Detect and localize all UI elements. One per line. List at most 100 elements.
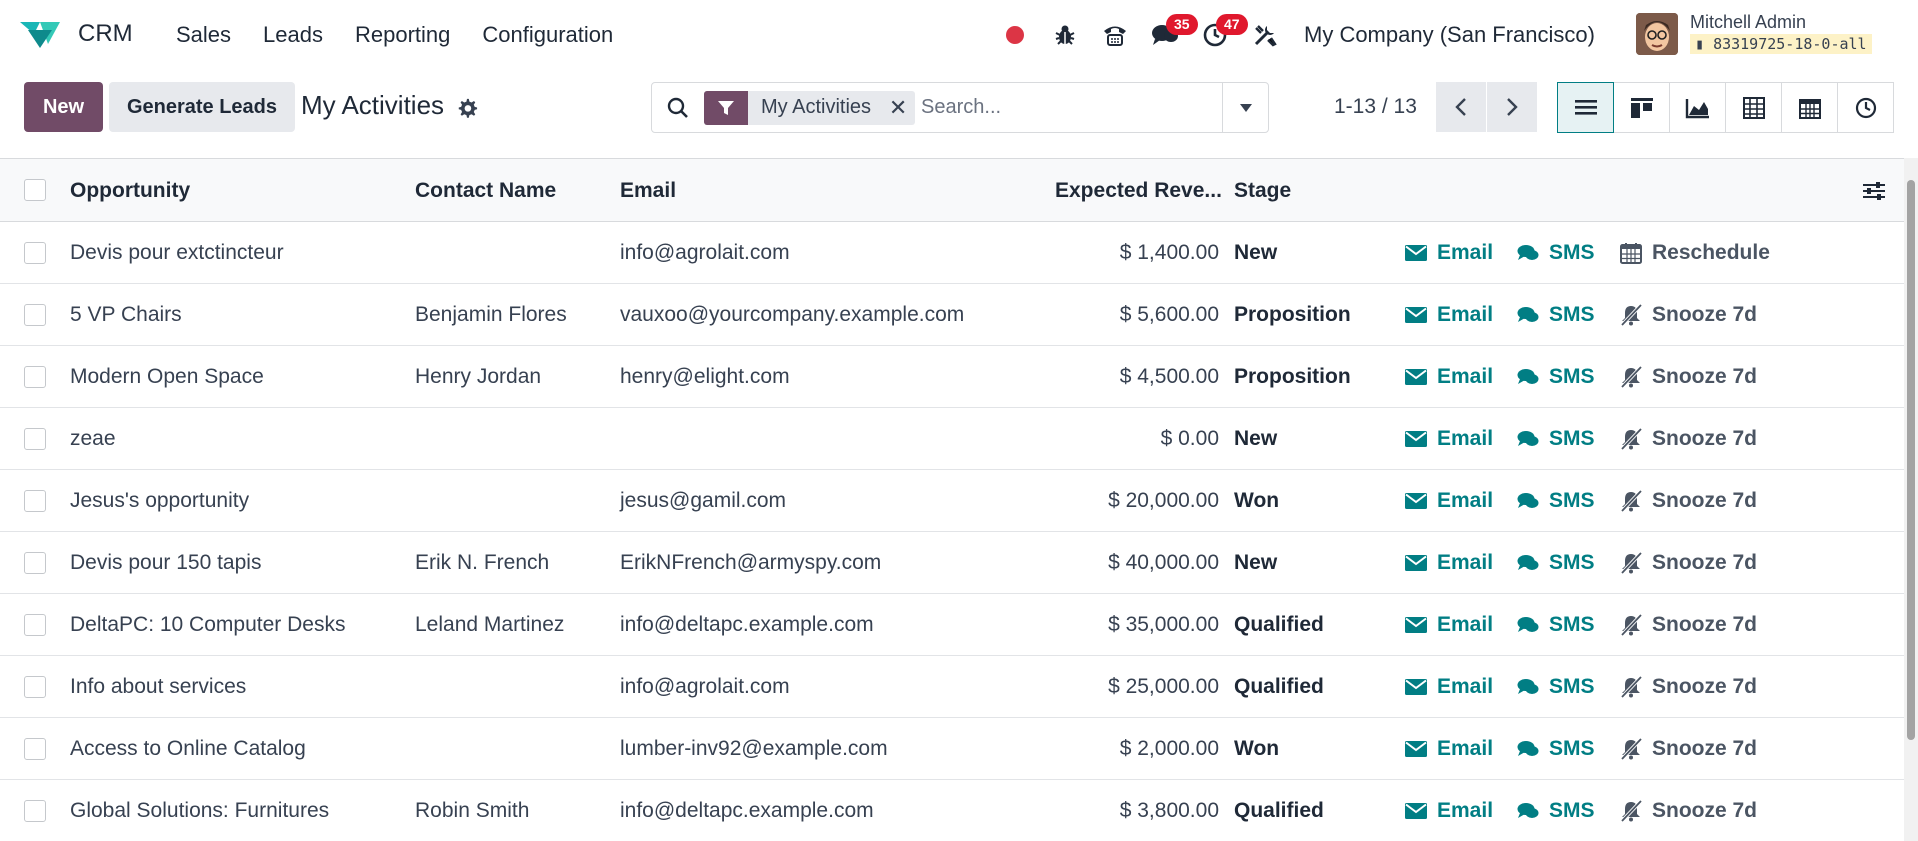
debug-icon[interactable] [1040, 10, 1090, 60]
pager-value[interactable]: 1-13 / 13 [1334, 95, 1417, 119]
table-row[interactable]: Modern Open Space Henry Jordan henry@eli… [0, 346, 1904, 408]
email-action-button[interactable]: Email [1405, 346, 1493, 408]
row-checkbox[interactable] [24, 490, 46, 512]
email-action-button[interactable]: Email [1405, 594, 1493, 656]
email-cell: info@agrolait.com [620, 675, 790, 698]
facet-remove-icon[interactable]: ✕ [881, 91, 915, 125]
table-row[interactable]: Jesus's opportunity jesus@gamil.com $ 20… [0, 470, 1904, 532]
top-navbar: CRM Sales Leads Reporting Configuration [0, 0, 1918, 70]
new-button[interactable]: New [24, 82, 103, 132]
select-all-checkbox[interactable] [24, 179, 46, 201]
table-row[interactable]: Global Solutions: Furnitures Robin Smith… [0, 780, 1904, 841]
email-action-button[interactable]: Email [1405, 408, 1493, 470]
sms-action-button[interactable]: SMS [1517, 222, 1595, 284]
menu-configuration[interactable]: Configuration [466, 18, 629, 52]
sms-action-button[interactable]: SMS [1517, 284, 1595, 346]
table-row[interactable]: Devis pour 150 tapis Erik N. French Erik… [0, 532, 1904, 594]
optional-columns-icon[interactable] [1862, 180, 1886, 202]
email-action-button[interactable]: Email [1405, 656, 1493, 718]
row-checkbox[interactable] [24, 614, 46, 636]
third-action-button[interactable]: Snooze 7d [1620, 284, 1757, 346]
stage-cell: Qualified [1234, 799, 1324, 822]
row-checkbox[interactable] [24, 676, 46, 698]
column-stage[interactable]: Stage [1234, 159, 1291, 222]
systray: 35 47 My Company (San Francisco) [990, 10, 1595, 60]
kanban-view-button[interactable] [1613, 82, 1670, 133]
email-action-button[interactable]: Email [1405, 780, 1493, 841]
row-checkbox[interactable] [24, 800, 46, 822]
sms-action-button[interactable]: SMS [1517, 346, 1595, 408]
table-row[interactable]: Info about services info@agrolait.com $ … [0, 656, 1904, 718]
third-action-button[interactable]: Snooze 7d [1620, 780, 1757, 841]
row-checkbox[interactable] [24, 242, 46, 264]
third-action-button[interactable]: Snooze 7d [1620, 470, 1757, 532]
column-email[interactable]: Email [620, 159, 676, 222]
email-action-button[interactable]: Email [1405, 222, 1493, 284]
column-opportunity[interactable]: Opportunity [70, 159, 190, 222]
app-home[interactable]: CRM [18, 14, 133, 54]
email-action-button[interactable]: Email [1405, 284, 1493, 346]
row-checkbox[interactable] [24, 366, 46, 388]
search-input[interactable] [921, 87, 1212, 128]
third-action-button[interactable]: Reschedule [1620, 222, 1770, 284]
scrollbar[interactable] [1904, 158, 1918, 841]
menu-reporting[interactable]: Reporting [339, 18, 466, 52]
table-row[interactable]: 5 VP Chairs Benjamin Flores vauxoo@yourc… [0, 284, 1904, 346]
menu-leads[interactable]: Leads [247, 18, 339, 52]
pivot-view-button[interactable] [1725, 82, 1782, 133]
list-view-button[interactable] [1557, 82, 1614, 133]
table-row[interactable]: Devis pour extctincteur info@agrolait.co… [0, 222, 1904, 284]
messaging-menu[interactable]: 35 [1140, 10, 1198, 60]
activity-view-button[interactable] [1837, 82, 1894, 133]
column-contact-name[interactable]: Contact Name [415, 159, 556, 222]
calendar-view-button[interactable] [1781, 82, 1838, 133]
sms-action-button[interactable]: SMS [1517, 532, 1595, 594]
row-checkbox[interactable] [24, 428, 46, 450]
sms-action-button[interactable]: SMS [1517, 470, 1595, 532]
table-row[interactable]: DeltaPC: 10 Computer Desks Leland Martin… [0, 594, 1904, 656]
email-action-button[interactable]: Email [1405, 718, 1493, 780]
third-action-button[interactable]: Snooze 7d [1620, 408, 1757, 470]
company-switcher[interactable]: My Company (San Francisco) [1304, 22, 1595, 48]
scrollbar-thumb[interactable] [1907, 180, 1915, 740]
third-action-button[interactable]: Snooze 7d [1620, 656, 1757, 718]
gear-icon[interactable] [456, 97, 478, 119]
sms-action-button[interactable]: SMS [1517, 656, 1595, 718]
sms-action-button[interactable]: SMS [1517, 594, 1595, 656]
column-expected-revenue[interactable]: Expected Reve... [1055, 159, 1222, 222]
row-checkbox[interactable] [24, 304, 46, 326]
row-checkbox[interactable] [24, 552, 46, 574]
table-row[interactable]: Access to Online Catalog lumber-inv92@ex… [0, 718, 1904, 780]
recording-indicator[interactable] [990, 10, 1040, 60]
stage-cell: New [1234, 241, 1278, 264]
pager-previous-button[interactable] [1436, 82, 1486, 132]
sms-action-button[interactable]: SMS [1517, 780, 1595, 841]
email-cell: ErikNFrench@armyspy.com [620, 551, 882, 574]
phone-icon[interactable] [1090, 10, 1140, 60]
third-action-button[interactable]: Snooze 7d [1620, 532, 1757, 594]
email-cell: lumber-inv92@example.com [620, 737, 888, 760]
sms-action-button[interactable]: SMS [1517, 408, 1595, 470]
menu-sales[interactable]: Sales [160, 18, 247, 52]
sms-action-button[interactable]: SMS [1517, 718, 1595, 780]
search-options-toggle[interactable] [1222, 83, 1268, 132]
third-action-button[interactable]: Snooze 7d [1620, 346, 1757, 408]
activity-menu[interactable]: 47 [1190, 10, 1248, 60]
user-menu[interactable]: Mitchell Admin ▮ 83319725-18-0-all [1636, 12, 1872, 55]
list-table: Opportunity Contact Name Email Expected … [0, 158, 1904, 841]
email-action-button[interactable]: Email [1405, 532, 1493, 594]
third-action-button[interactable]: Snooze 7d [1620, 718, 1757, 780]
third-action-button[interactable]: Snooze 7d [1620, 594, 1757, 656]
generate-leads-button[interactable]: Generate Leads [109, 82, 295, 132]
table-row[interactable]: zeae $ 0.00 New Email SMS Snooze 7d [0, 408, 1904, 470]
opportunity-cell: Devis pour 150 tapis [70, 551, 262, 574]
row-checkbox[interactable] [24, 738, 46, 760]
app-name: CRM [78, 20, 133, 47]
bell-slash-icon [1620, 800, 1642, 822]
stage-cell: Won [1234, 737, 1280, 760]
tools-icon[interactable] [1240, 10, 1290, 60]
graph-view-button[interactable] [1669, 82, 1726, 133]
pager-next-button[interactable] [1487, 82, 1537, 132]
search-icon[interactable] [652, 83, 704, 132]
email-action-button[interactable]: Email [1405, 470, 1493, 532]
